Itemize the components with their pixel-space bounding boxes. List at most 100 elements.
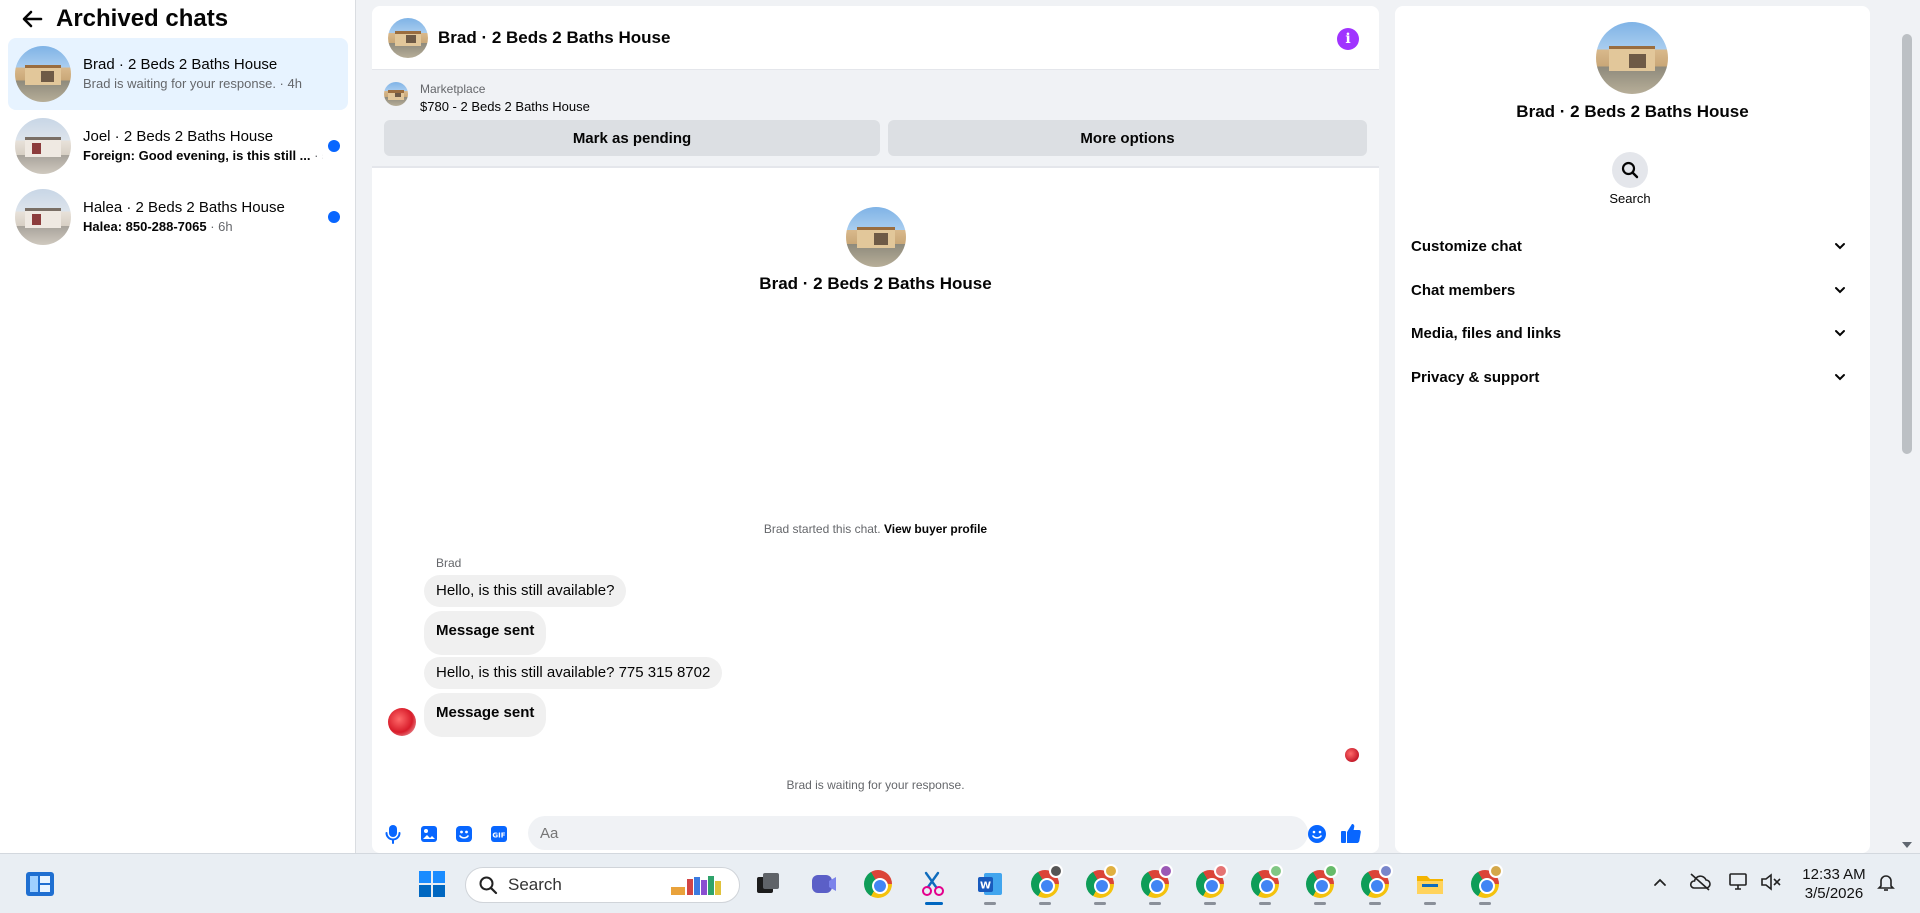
- privacy-support-section[interactable]: Privacy & support: [1403, 357, 1860, 397]
- listing-thumbnail[interactable]: [384, 82, 408, 106]
- customize-chat-section[interactable]: Customize chat: [1403, 226, 1860, 266]
- sender-avatar[interactable]: [388, 708, 416, 736]
- start-button-icon[interactable]: [414, 866, 450, 902]
- teams-icon[interactable]: [806, 866, 842, 902]
- volume-muted-icon[interactable]: [1760, 872, 1782, 897]
- chat-preview: Brad is waiting for your response.: [83, 76, 276, 91]
- profile-name: Brad · 2 Beds 2 Baths House: [759, 274, 992, 293]
- chevron-up-icon[interactable]: [1652, 874, 1668, 895]
- task-view-icon[interactable]: [750, 866, 786, 902]
- started-text: Brad started this chat.: [763, 522, 881, 536]
- chat-avatar: [15, 118, 71, 174]
- chrome-profile-2-icon[interactable]: [1082, 864, 1118, 905]
- chat-time: · 6h: [206, 219, 233, 234]
- microphone-icon[interactable]: [383, 824, 403, 844]
- svg-text:W: W: [980, 881, 991, 892]
- chat-list-item-brad[interactable]: Brad · 2 Beds 2 Baths House Brad is wait…: [8, 38, 348, 110]
- chrome-profile-3-icon[interactable]: [1137, 864, 1173, 905]
- more-options-button[interactable]: More options: [888, 120, 1367, 156]
- clock-date: 3/5/2026: [1804, 885, 1864, 902]
- section-label: Media, files and links: [1411, 324, 1562, 342]
- search-button[interactable]: [1612, 152, 1648, 188]
- sticker-icon[interactable]: [454, 824, 474, 844]
- search-icon: [479, 876, 498, 895]
- image-icon[interactable]: [419, 824, 439, 844]
- chat-avatar: [15, 46, 71, 102]
- message-input[interactable]: [528, 816, 1308, 850]
- chevron-down-icon: [1830, 286, 1850, 294]
- cloud-offline-icon[interactable]: [1689, 872, 1711, 897]
- chat-avatar: [15, 189, 71, 245]
- conversation-title[interactable]: Brad · 2 Beds 2 Baths House: [438, 28, 670, 48]
- mark-as-pending-button[interactable]: Mark as pending: [384, 120, 880, 156]
- chrome-profile-5-icon[interactable]: [1247, 864, 1283, 905]
- message-bubble[interactable]: Message sent: [424, 693, 547, 737]
- notification-bell-icon[interactable]: [1876, 872, 1896, 897]
- back-arrow-icon[interactable]: [18, 5, 46, 33]
- section-label: Privacy & support: [1411, 368, 1540, 386]
- seen-receipt-avatar: [1345, 748, 1359, 762]
- marketplace-banner: Marketplace $780 - 2 Beds 2 Baths House …: [372, 70, 1379, 168]
- marketplace-label: Marketplace: [420, 82, 486, 96]
- details-name: Brad · 2 Beds 2 Baths House: [1516, 102, 1749, 121]
- chat-details-panel: Brad · 2 Beds 2 Baths House Search Custo…: [1395, 6, 1870, 853]
- network-icon[interactable]: [1728, 872, 1750, 897]
- chevron-down-icon: [1830, 329, 1850, 337]
- snipping-tool-icon[interactable]: [916, 866, 952, 905]
- taskbar-clock[interactable]: 12:33 AM 3/5/2026: [1796, 865, 1872, 903]
- chrome-profile-1-icon[interactable]: [1027, 864, 1063, 905]
- chrome-icon[interactable]: [860, 866, 896, 902]
- chat-list-item-joel[interactable]: Joel · 2 Beds 2 Baths House Foreign: Goo…: [8, 110, 348, 182]
- emoji-icon[interactable]: [1307, 824, 1327, 844]
- message-composer: GIF: [372, 814, 1379, 852]
- search-icon: [1621, 161, 1639, 179]
- message-bubble[interactable]: Hello, is this still available? 775 315 …: [424, 657, 723, 689]
- chat-members-section[interactable]: Chat members: [1403, 270, 1860, 310]
- file-explorer-icon[interactable]: [1412, 866, 1448, 905]
- message-bubble[interactable]: Message sent: [424, 611, 547, 655]
- conversation-avatar[interactable]: [388, 17, 428, 58]
- unread-dot-icon: [328, 211, 340, 223]
- chat-preview: Foreign: Good evening, is this still ...: [83, 148, 311, 163]
- section-label: Chat members: [1411, 281, 1516, 299]
- thumbs-up-icon[interactable]: [1340, 822, 1362, 844]
- chat-name: Halea · 2 Beds 2 Baths House: [83, 199, 285, 216]
- chat-name: Brad · 2 Beds 2 Baths House: [83, 56, 278, 73]
- details-avatar: [1596, 22, 1668, 94]
- chat-list-item-halea[interactable]: Halea · 2 Beds 2 Baths House Halea: 850-…: [8, 181, 348, 253]
- chat-name: Joel · 2 Beds 2 Baths House: [83, 128, 274, 145]
- clock-time: 12:33 AM: [1802, 866, 1866, 883]
- chat-preview: Halea: 850-288-7065: [83, 219, 207, 234]
- listing-title[interactable]: $780 - 2 Beds 2 Baths House: [420, 99, 590, 114]
- archived-chats-sidebar: Archived chats Brad · 2 Beds 2 Baths Hou…: [0, 0, 356, 853]
- unread-dot-icon: [328, 140, 340, 152]
- chrome-profile-8-icon[interactable]: [1467, 864, 1503, 905]
- chat-time: · 5h: [314, 148, 323, 163]
- message-bubble[interactable]: Hello, is this still available?: [424, 575, 627, 607]
- search-highlight-books-icon: [671, 876, 721, 895]
- view-buyer-profile-link[interactable]: View buyer profile: [884, 522, 987, 536]
- chrome-profile-7-icon[interactable]: [1357, 864, 1393, 905]
- windows-taskbar: Search W 12:33 AM 3/5/2026: [0, 853, 1920, 913]
- gif-icon[interactable]: GIF: [489, 824, 509, 844]
- chrome-profile-4-icon[interactable]: [1192, 864, 1228, 905]
- chevron-down-icon: [1830, 373, 1850, 381]
- sidebar-title: Archived chats: [56, 5, 229, 32]
- conversation-header: Brad · 2 Beds 2 Baths House i: [372, 6, 1379, 70]
- info-icon[interactable]: i: [1337, 28, 1359, 50]
- word-icon[interactable]: W: [972, 866, 1008, 905]
- chat-time: · 4h: [275, 76, 302, 91]
- media-files-links-section[interactable]: Media, files and links: [1403, 313, 1860, 353]
- waiting-notice: Brad is waiting for your response.: [786, 778, 965, 792]
- scrollbar-thumb[interactable]: [1902, 34, 1912, 454]
- chat-started-note: Brad started this chat. View buyer profi…: [372, 522, 1379, 536]
- taskbar-search-box[interactable]: Search: [465, 867, 740, 903]
- sender-name: Brad: [436, 556, 462, 570]
- page-scrollbar[interactable]: [1896, 0, 1920, 853]
- widgets-icon[interactable]: [22, 866, 58, 902]
- section-label: Customize chat: [1411, 237, 1522, 255]
- conversation-panel: Brad · 2 Beds 2 Baths House i Marketplac…: [372, 6, 1379, 853]
- search-label: Search: [1609, 191, 1651, 206]
- chrome-profile-6-icon[interactable]: [1302, 864, 1338, 905]
- scroll-down-arrow-icon[interactable]: [1901, 841, 1913, 849]
